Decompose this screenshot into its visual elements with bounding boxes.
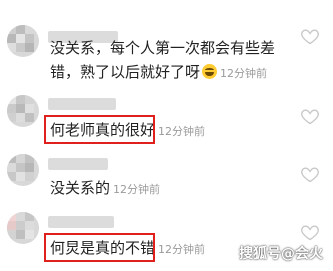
comment-item-2: 何老师真的很好 12分钟前 <box>0 90 333 150</box>
comment-item-3: 没关系的 12分钟前 <box>0 150 333 205</box>
comment-timestamp: 12分钟前 <box>113 183 161 196</box>
comment-text: 没关系，每个人第一次都会有些差错，熟了以后就好了呀 12分钟前 <box>50 36 290 86</box>
comment-item-1: 没关系，每个人第一次都会有些差错，熟了以后就好了呀 12分钟前 <box>0 0 333 95</box>
comment-text: 没关系的 12分钟前 <box>50 176 300 202</box>
like-heart-icon[interactable] <box>300 26 320 46</box>
highlight-box <box>44 115 155 144</box>
avatar[interactable] <box>7 25 39 57</box>
highlight-box <box>44 233 155 262</box>
watermark-text: 搜狐号@会火 <box>239 246 323 262</box>
avatar[interactable] <box>7 212 39 244</box>
like-heart-icon[interactable] <box>300 106 320 126</box>
avatar[interactable] <box>7 95 39 127</box>
username-blurred[interactable] <box>48 216 114 228</box>
username-blurred[interactable] <box>48 98 116 110</box>
comment-timestamp: 12分钟前 <box>220 67 268 80</box>
username-blurred[interactable] <box>48 158 108 170</box>
like-heart-icon[interactable] <box>300 164 320 184</box>
avatar[interactable] <box>7 154 39 186</box>
comment-content: 没关系的 <box>50 179 111 197</box>
like-heart-icon[interactable] <box>300 222 320 242</box>
grinning-face-emoji-icon <box>202 64 218 79</box>
comment-timestamp: 12分钟前 <box>158 243 206 256</box>
comment-timestamp: 12分钟前 <box>158 125 206 138</box>
